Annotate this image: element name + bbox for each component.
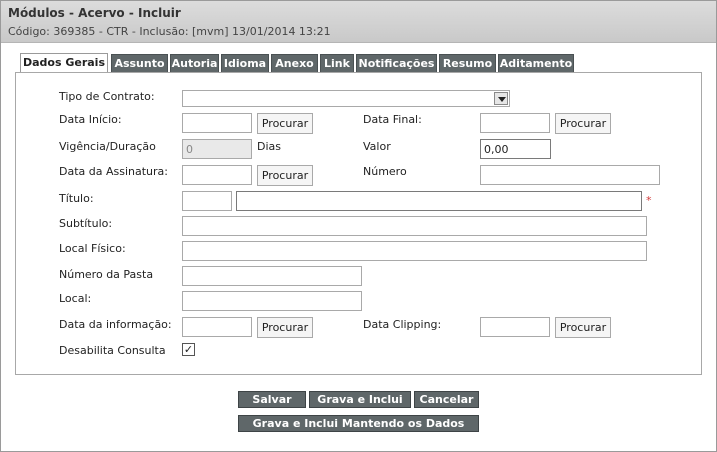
vigencia-label: Vigência/Duração <box>59 140 156 153</box>
window: Módulos - Acervo - Incluir Código: 36938… <box>0 0 717 452</box>
data-clipping-input[interactable] <box>480 317 550 337</box>
titulo-input[interactable] <box>236 191 642 211</box>
data-inicio-label: Data Início: <box>59 113 122 126</box>
titulo-label: Título: <box>59 192 94 205</box>
tab-dados-gerais[interactable]: Dados Gerais <box>20 53 108 73</box>
grava-inclui-mantendo-button[interactable]: Grava e Inclui Mantendo os Dados <box>238 415 479 432</box>
data-final-label: Data Final: <box>363 113 422 126</box>
salvar-button[interactable]: Salvar <box>238 391 306 408</box>
tab-resumo[interactable]: Resumo <box>439 54 496 72</box>
data-informacao-input[interactable] <box>182 317 252 337</box>
data-informacao-procurar-button[interactable]: Procurar <box>257 317 313 338</box>
tab-link[interactable]: Link <box>320 54 354 72</box>
data-assinatura-label: Data da Assinatura: <box>59 165 168 178</box>
data-clipping-label: Data Clipping: <box>363 318 442 331</box>
form-panel: Tipo de Contrato: Data Início: Procurar … <box>15 72 702 375</box>
valor-input[interactable] <box>480 139 551 159</box>
desabilita-consulta-label: Desabilita Consulta <box>59 344 166 357</box>
data-final-input[interactable] <box>480 113 550 133</box>
chevron-down-icon[interactable] <box>494 92 508 105</box>
tab-anexo[interactable]: Anexo <box>271 54 318 72</box>
record-info: Código: 369385 - CTR - Inclusão: [mvm] 1… <box>8 25 331 38</box>
cancelar-button[interactable]: Cancelar <box>414 391 479 408</box>
tab-idioma[interactable]: Idioma <box>221 54 269 72</box>
tab-notificacoes[interactable]: Notificações <box>356 54 437 72</box>
desabilita-consulta-checkbox[interactable]: ✓ <box>182 343 195 356</box>
data-informacao-label: Data da informação: <box>59 318 172 331</box>
vigencia-input <box>182 139 252 159</box>
tipo-contrato-label: Tipo de Contrato: <box>59 90 155 103</box>
tab-assunto[interactable]: Assunto <box>111 54 168 72</box>
tab-autoria[interactable]: Autoria <box>170 54 219 72</box>
data-inicio-input[interactable] <box>182 113 252 133</box>
numero-pasta-input[interactable] <box>182 266 362 286</box>
data-assinatura-input[interactable] <box>182 165 252 185</box>
numero-label: Número <box>363 165 407 178</box>
tipo-contrato-select[interactable] <box>182 90 510 107</box>
required-marker: * <box>646 194 652 207</box>
page-title: Módulos - Acervo - Incluir <box>8 6 181 20</box>
numero-pasta-label: Número da Pasta <box>59 268 154 281</box>
local-fisico-input[interactable] <box>182 241 647 261</box>
subtitulo-input[interactable] <box>182 216 647 236</box>
window-header: Módulos - Acervo - Incluir Código: 36938… <box>1 1 716 43</box>
local-input[interactable] <box>182 291 362 311</box>
subtitulo-label: Subtítulo: <box>59 217 113 230</box>
dias-label: Dias <box>257 140 281 153</box>
grava-inclui-button[interactable]: Grava e Inclui <box>309 391 411 408</box>
local-fisico-label: Local Físico: <box>59 242 126 255</box>
data-assinatura-procurar-button[interactable]: Procurar <box>257 165 313 186</box>
valor-label: Valor <box>363 140 391 153</box>
local-label: Local: <box>59 292 92 305</box>
titulo-prefix-input[interactable] <box>182 191 232 211</box>
data-final-procurar-button[interactable]: Procurar <box>555 113 611 134</box>
data-inicio-procurar-button[interactable]: Procurar <box>257 113 313 134</box>
data-clipping-procurar-button[interactable]: Procurar <box>555 317 611 338</box>
numero-input[interactable] <box>480 165 660 185</box>
tab-aditamento[interactable]: Aditamento <box>498 54 574 72</box>
